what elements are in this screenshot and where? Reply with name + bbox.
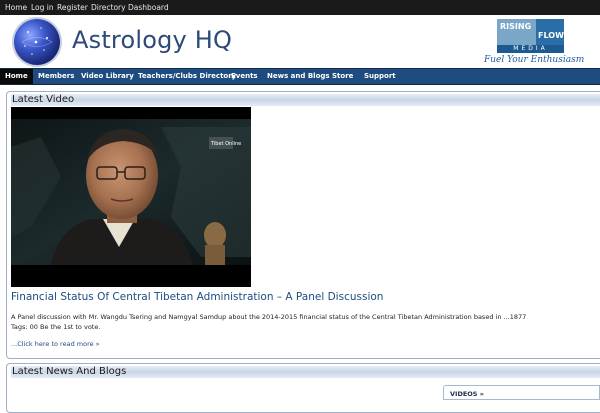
nav-item-store[interactable]: Store	[327, 69, 358, 84]
latest-news-header: Latest News And Blogs	[11, 366, 600, 378]
site-header: Astrology HQ RISING FLOW MEDIA Fuel Your…	[0, 15, 600, 68]
nav-item-news-and-blogs[interactable]: News and Blogs	[262, 69, 335, 84]
nav-item-events[interactable]: Events	[226, 69, 263, 84]
videos-box-link[interactable]: VIDEOS »	[450, 390, 484, 398]
top-link-directory-dashboard[interactable]: Directory Dashboard	[91, 3, 169, 12]
video-thumbnail: Tibet Online	[11, 107, 251, 287]
video-player[interactable]: Tibet Online	[11, 107, 251, 287]
nav-item-video-library[interactable]: Video Library	[76, 69, 139, 84]
video-post-tags: Tags: 00 Be the 1st to vote.	[11, 323, 101, 331]
top-bar: Home Log in Register Directory Dashboard	[0, 0, 600, 15]
nav-item-members[interactable]: Members	[33, 69, 79, 84]
read-more-link[interactable]: ...Click here to read more »	[11, 340, 100, 348]
top-link-home[interactable]: Home	[5, 3, 27, 12]
top-link-register[interactable]: Register	[57, 3, 88, 12]
nav-item-support[interactable]: Support	[359, 69, 401, 84]
site-title[interactable]: Astrology HQ	[72, 26, 232, 54]
ad-word-rising: RISING	[497, 19, 537, 47]
main-nav: Home Members Video Library Teachers/Club…	[0, 68, 600, 85]
nav-item-teachers-clubs-directory[interactable]: Teachers/Clubs Directory	[133, 69, 241, 84]
video-watermark: Tibet Online	[210, 141, 241, 147]
ad-word-flow: FLOW	[536, 19, 564, 47]
latest-video-heading: Latest Video	[12, 94, 75, 105]
ad-word-media: MEDIA	[497, 45, 564, 53]
globe-stars-icon	[21, 27, 53, 55]
top-link-login[interactable]: Log in	[31, 3, 54, 12]
site-logo-globe[interactable]	[14, 19, 60, 65]
latest-news-heading: Latest News And Blogs	[12, 366, 127, 377]
video-post-title[interactable]: Financial Status Of Central Tibetan Admi…	[11, 291, 383, 303]
latest-video-header: Latest Video	[11, 94, 600, 106]
nav-item-home[interactable]: Home	[0, 69, 33, 84]
videos-sidebar-box: VIDEOS »	[443, 385, 600, 400]
video-post-description: A Panel discussion with Mr. Wangdu Tseri…	[11, 313, 527, 321]
sponsor-ad-banner[interactable]: RISING FLOW MEDIA Fuel Your Enthusiasm	[484, 17, 585, 67]
ad-slogan: Fuel Your Enthusiasm	[484, 55, 585, 65]
